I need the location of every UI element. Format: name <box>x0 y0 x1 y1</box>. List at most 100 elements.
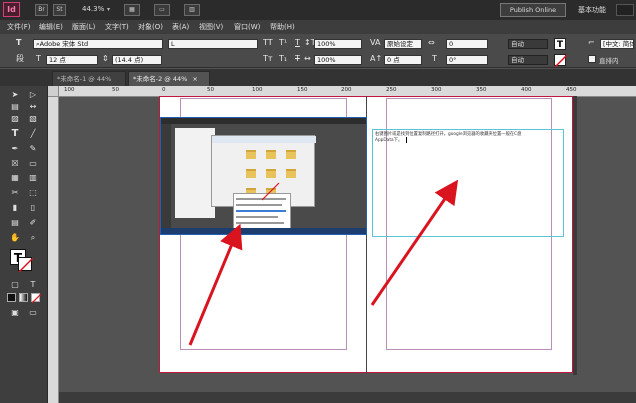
leading-field[interactable]: (14.4 点) <box>112 55 162 65</box>
line-tool-icon[interactable]: ╱ <box>26 128 40 139</box>
scissors-tool-icon[interactable]: ✂ <box>8 187 22 198</box>
menu-help[interactable]: 帮助(H) <box>270 22 295 32</box>
font-style-field[interactable]: L <box>168 39 258 49</box>
menu-type[interactable]: 文字(T) <box>105 22 129 32</box>
gradient-feather-tool-icon[interactable]: ▯ <box>26 202 40 213</box>
zoom-dropdown-icon[interactable]: ▾ <box>107 6 110 13</box>
all-caps-icon[interactable]: TT <box>263 38 273 48</box>
rectangle-tool-icon[interactable]: ▭ <box>26 158 40 169</box>
gap-tool-icon[interactable]: ↔ <box>26 101 40 112</box>
rotate-text-icon[interactable]: ⌐ <box>588 38 595 48</box>
formatting-text-icon[interactable]: T <box>26 279 40 290</box>
tab-document-2-label: *未命名-2 @ 44% <box>133 75 188 83</box>
ruler-tick: 100 <box>252 87 263 93</box>
placed-screenshot-image[interactable] <box>160 117 367 235</box>
vertical-scale-field[interactable]: 100% <box>314 39 362 49</box>
underline-icon[interactable]: T <box>295 38 300 48</box>
skew-field[interactable]: 0° <box>446 55 488 65</box>
selection-tool-icon[interactable]: ➤ <box>8 89 22 100</box>
ruler-tick: 150 <box>297 87 308 93</box>
apply-color-icon[interactable] <box>7 293 16 302</box>
stroke-swatch[interactable] <box>18 257 33 272</box>
pen-tool-icon[interactable]: ✒ <box>8 143 22 154</box>
vertical-grid-tool-icon[interactable]: ▥ <box>26 172 40 183</box>
folder-icon <box>286 150 296 159</box>
menu-file[interactable]: 文件(F) <box>7 22 31 32</box>
eyedropper-tool-icon[interactable]: ✐ <box>26 217 40 228</box>
horizontal-scrollbar[interactable] <box>59 392 636 403</box>
search-input[interactable] <box>616 4 634 16</box>
content-collector-icon[interactable]: ▨ <box>8 113 22 124</box>
fill-color-swatch[interactable]: T <box>554 38 566 50</box>
preview-mode-icon[interactable]: ▭ <box>26 307 40 318</box>
gradient-swatch-tool-icon[interactable]: ▮ <box>8 202 22 213</box>
zoom-level[interactable]: 44.3% <box>82 5 104 13</box>
ruler-tick: 250 <box>386 87 397 93</box>
apply-none-icon[interactable] <box>31 293 41 303</box>
frame-text-line1: 右键图片或是找到位置复制路径打开。google浏览器的收藏夹位置一般在C盘 <box>375 132 522 137</box>
page-shadow <box>573 96 577 375</box>
ruler-tick: 450 <box>566 87 577 93</box>
free-transform-tool-icon[interactable]: ⬚ <box>26 187 40 198</box>
stroke-color-swatch[interactable] <box>554 54 567 67</box>
stock-button[interactable]: St <box>53 4 66 16</box>
language-field[interactable]: [中文: 简体] <box>600 39 634 49</box>
text-frame[interactable]: 右键图片或是找到位置复制路径打开。google浏览器的收藏夹位置一般在C盘 Ap… <box>372 129 564 237</box>
font-family-field[interactable]: ⌕Adobe 宋体 Std <box>33 39 163 49</box>
leading-icon: ⇕ <box>102 54 109 63</box>
rectangle-frame-tool-icon[interactable]: ☒ <box>8 158 22 169</box>
hand-tool-icon[interactable]: ✋ <box>8 232 22 243</box>
close-icon[interactable]: × <box>192 75 197 83</box>
auto-field[interactable]: 自动 <box>508 55 548 65</box>
workspace-switcher[interactable]: 基本功能 <box>578 5 606 15</box>
superscript-icon[interactable]: T¹ <box>279 38 287 48</box>
pencil-tool-icon[interactable]: ✎ <box>26 143 40 154</box>
formatting-container-icon[interactable]: ▢ <box>8 279 22 290</box>
menu-view[interactable]: 视图(V) <box>199 22 223 32</box>
font-size-field[interactable]: 12 点 <box>46 55 98 65</box>
font-size-icon: T <box>36 54 41 63</box>
direct-selection-tool-icon[interactable]: ▷ <box>26 89 40 100</box>
placed-image-titlebar <box>161 118 366 124</box>
text-cursor <box>406 137 407 143</box>
menu-table[interactable]: 表(A) <box>172 22 189 32</box>
publish-online-button[interactable]: Publish Online <box>500 3 566 17</box>
character-mode-icon[interactable]: T <box>16 38 21 48</box>
menu-layout[interactable]: 版面(L) <box>72 22 95 32</box>
vertical-ruler[interactable] <box>48 97 59 403</box>
kerning-field[interactable]: 原始设定 <box>384 39 422 49</box>
direction-checkbox[interactable] <box>588 55 596 63</box>
char-style-field[interactable]: 自动 <box>508 39 548 49</box>
folder-icon <box>266 150 276 159</box>
subscript-icon[interactable]: T₁ <box>279 54 287 64</box>
tracking-field[interactable]: 0 <box>446 39 488 49</box>
menu-line <box>236 198 286 200</box>
content-placer-icon[interactable]: ▧ <box>26 113 40 124</box>
menu-object[interactable]: 对象(O) <box>138 22 163 32</box>
normal-view-icon[interactable]: ▣ <box>8 307 22 318</box>
screen-mode-icon[interactable]: ▭ <box>154 4 170 16</box>
page-tool-icon[interactable]: ▤ <box>8 101 22 112</box>
horizontal-scale-icon: ↔ <box>304 54 311 63</box>
ruler-origin[interactable] <box>48 86 59 97</box>
bridge-button[interactable]: Br <box>35 4 48 16</box>
view-options-icon[interactable]: ▦ <box>124 4 140 16</box>
tools-panel-handle[interactable] <box>3 74 47 76</box>
tab-document-2[interactable]: *未命名-2 @ 44% × <box>128 71 210 86</box>
paragraph-mode-icon[interactable]: 段 <box>16 54 24 64</box>
tab-document-1[interactable]: *未命名-1 @ 44% × <box>52 71 126 98</box>
small-caps-icon[interactable]: Tᴛ <box>263 54 273 64</box>
menu-window[interactable]: 窗口(W) <box>234 22 260 32</box>
arrange-documents-icon[interactable]: ▥ <box>184 4 200 16</box>
horizontal-grid-tool-icon[interactable]: ▦ <box>8 172 22 183</box>
horizontal-scale-field[interactable]: 100% <box>314 55 362 65</box>
strikethrough-icon[interactable]: T <box>295 54 300 64</box>
type-tool-icon[interactable]: T <box>8 128 22 139</box>
baseline-shift-field[interactable]: 0 点 <box>384 55 422 65</box>
zoom-tool-icon[interactable]: ⌕ <box>26 232 40 243</box>
note-tool-icon[interactable]: ▤ <box>8 217 22 228</box>
menu-edit[interactable]: 编辑(E) <box>39 22 63 32</box>
skew-icon: T <box>432 54 437 63</box>
folder-icon <box>246 150 256 159</box>
apply-gradient-icon[interactable] <box>19 293 28 302</box>
